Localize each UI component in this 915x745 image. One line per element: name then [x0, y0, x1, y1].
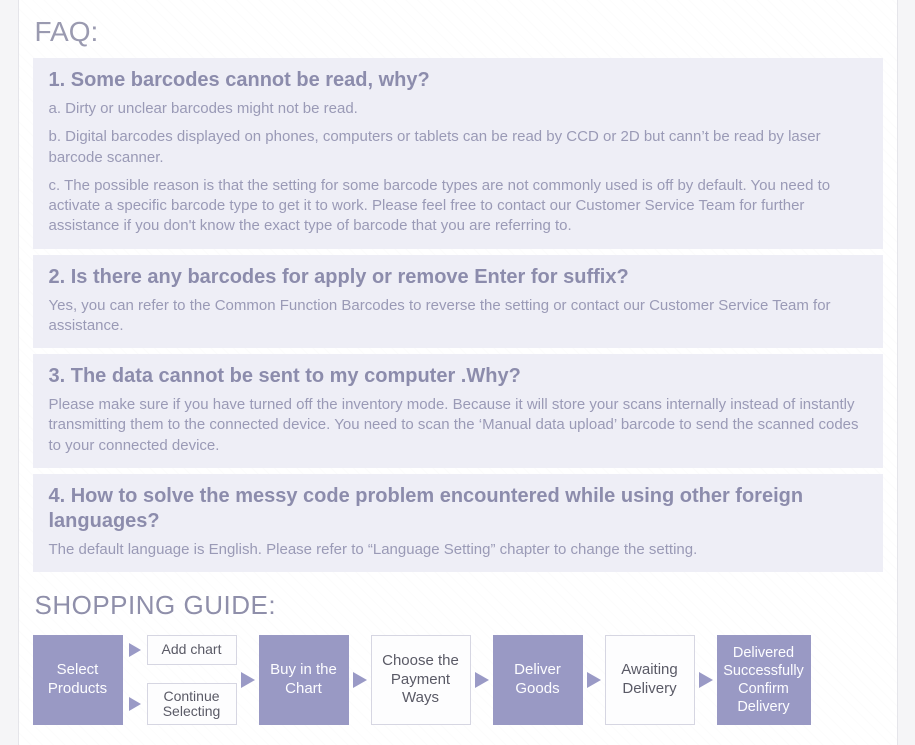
- faq-question: 2. Is there any barcodes for apply or re…: [49, 265, 867, 290]
- faq-item-2: 2. Is there any barcodes for apply or re…: [33, 255, 883, 349]
- faq-item-3: 3. The data cannot be sent to my compute…: [33, 354, 883, 468]
- step-deliver-goods: Deliver Goods: [493, 635, 583, 725]
- step-add-chart: Add chart: [147, 635, 237, 665]
- arrow-right-icon: [353, 672, 367, 688]
- arrow-right-icon: [699, 672, 713, 688]
- faq-heading: FAQ:: [35, 16, 883, 48]
- step-buy-in-chart: Buy in the Chart: [259, 635, 349, 725]
- arrow-right-icon: [129, 643, 141, 657]
- faq-answer-line: a. Dirty or unclear barcodes might not b…: [49, 99, 867, 119]
- arrow-right-icon: [241, 672, 255, 688]
- faq-question: 1. Some barcodes cannot be read, why?: [49, 68, 867, 93]
- arrow-right-icon: [475, 672, 489, 688]
- arrow-right-icon: [587, 672, 601, 688]
- shopping-flow: Select Products Add chart Continue Selec…: [33, 635, 883, 725]
- faq-answer-line: The default language is English. Please …: [49, 540, 867, 560]
- faq-answer-line: c. The possible reason is that the setti…: [49, 176, 867, 237]
- page-container: FAQ: 1. Some barcodes cannot be read, wh…: [18, 0, 898, 745]
- faq-question: 4. How to solve the messy code problem e…: [49, 484, 867, 534]
- faq-item-1: 1. Some barcodes cannot be read, why? a.…: [33, 58, 883, 249]
- faq-answer-line: b. Digital barcodes displayed on phones,…: [49, 127, 867, 168]
- faq-answer-line: Yes, you can refer to the Common Functio…: [49, 296, 867, 337]
- arrow-right-icon: [129, 697, 141, 711]
- faq-answer-line: Please make sure if you have turned off …: [49, 395, 867, 456]
- faq-question: 3. The data cannot be sent to my compute…: [49, 364, 867, 389]
- step-awaiting-delivery: Awaiting Delivery: [605, 635, 695, 725]
- step-branch: Add chart Continue Selecting: [123, 635, 237, 725]
- step-choose-payment: Choose the Payment Ways: [371, 635, 471, 725]
- step-delivered-confirm: Delivered Successfully Confirm Delivery: [717, 635, 811, 725]
- shopping-guide-heading: SHOPPING GUIDE:: [35, 590, 883, 621]
- faq-item-4: 4. How to solve the messy code problem e…: [33, 474, 883, 572]
- step-continue-selecting: Continue Selecting: [147, 683, 237, 725]
- step-select-products: Select Products: [33, 635, 123, 725]
